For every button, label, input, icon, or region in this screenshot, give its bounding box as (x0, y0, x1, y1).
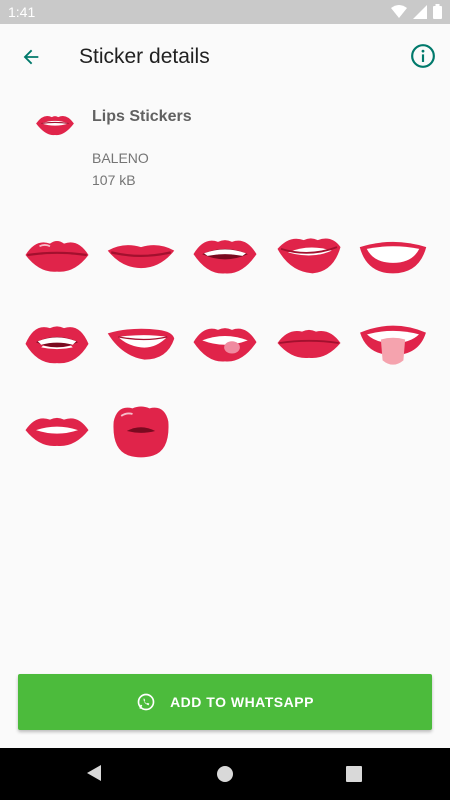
add-button-label: ADD TO WHATSAPP (170, 694, 314, 710)
sticker-thin-smile[interactable] (102, 220, 180, 290)
sticker-closed-lips[interactable] (18, 220, 96, 290)
nav-home-icon[interactable] (216, 765, 234, 783)
sticker-wide-smile[interactable] (354, 220, 432, 290)
sticker-teeth-small[interactable] (18, 396, 96, 466)
sticker-teeth-open[interactable] (18, 308, 96, 378)
sticker-tongue-out[interactable] (354, 308, 432, 378)
signal-icon (413, 4, 427, 19)
arrow-back-icon (23, 49, 39, 65)
sticker-bite[interactable] (270, 220, 348, 290)
nav-recents-icon[interactable] (346, 766, 362, 782)
status-icons (391, 4, 442, 19)
sticker-kiss[interactable] (102, 396, 180, 466)
status-bar: 1:41 (0, 0, 450, 24)
battery-icon (433, 4, 442, 19)
info-icon[interactable] (410, 43, 436, 69)
sticker-closed-plain[interactable] (270, 308, 348, 378)
page-title: Sticker details (79, 45, 210, 68)
whatsapp-icon (137, 693, 155, 711)
system-nav-bar (0, 748, 450, 800)
sticker-side-smile[interactable] (102, 308, 180, 378)
nav-back-icon[interactable] (85, 764, 103, 782)
pack-tray-icon (36, 115, 74, 136)
wifi-icon (391, 4, 407, 18)
sticker-tongue-lick[interactable] (186, 308, 264, 378)
sticker-teeth[interactable] (186, 220, 264, 290)
pack-header: Lips Stickers BALENO 107 kB (0, 96, 450, 206)
back-button[interactable] (16, 42, 46, 72)
pack-publisher: BALENO (92, 150, 149, 166)
pack-name: Lips Stickers (92, 108, 192, 125)
pack-size: 107 kB (92, 172, 136, 188)
status-time: 1:41 (8, 4, 36, 20)
add-to-whatsapp-button[interactable]: ADD TO WHATSAPP (18, 674, 432, 730)
app-bar: Sticker details (0, 24, 450, 90)
